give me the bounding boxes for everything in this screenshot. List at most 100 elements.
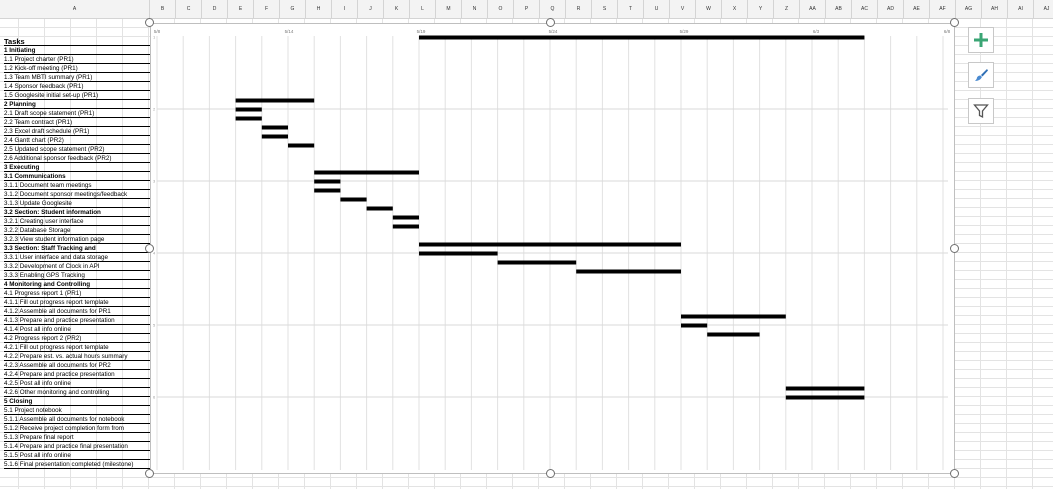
column-header-o[interactable]: O	[488, 0, 514, 18]
column-header-bar: A B C D E F G H I J K L M N O P Q R S T U V W X Y Z AA AB AC AD AE AF AG…	[0, 0, 1053, 19]
task-row[interactable]: 3.2.1 Creating user interface	[4, 217, 150, 226]
column-header-w[interactable]: W	[696, 0, 722, 18]
task-row[interactable]: 1.1 Project charter (PR1)	[4, 55, 150, 64]
task-row[interactable]: 2.3 Excel draft schedule (PR1)	[4, 127, 150, 136]
resize-handle-middle-left[interactable]	[145, 244, 154, 253]
task-row[interactable]: 1.5 Googlesite initial set-up (PR1)	[4, 91, 150, 100]
resize-handle-bottom-right[interactable]	[950, 469, 959, 478]
task-row[interactable]: 3.1.3 Update Googlesite	[4, 199, 150, 208]
column-header-ac[interactable]: AC	[852, 0, 878, 18]
column-header-a[interactable]: A	[0, 0, 150, 18]
resize-handle-top-center[interactable]	[546, 18, 555, 27]
task-row[interactable]: 2 Planning	[4, 100, 150, 109]
column-header-ae[interactable]: AE	[904, 0, 930, 18]
task-row[interactable]: 1.4 Sponsor feedback (PR1)	[4, 82, 150, 91]
column-header-h[interactable]: H	[306, 0, 332, 18]
column-header-b[interactable]: B	[150, 0, 176, 18]
resize-handle-bottom-left[interactable]	[145, 469, 154, 478]
task-row[interactable]: 3.2.2 Database Storage	[4, 226, 150, 235]
resize-handle-bottom-center[interactable]	[546, 469, 555, 478]
task-row[interactable]: 3.2.3 View student information page	[4, 235, 150, 244]
task-row[interactable]: 3.1.1 Document team meetings	[4, 181, 150, 190]
column-header-n[interactable]: N	[462, 0, 488, 18]
column-header-m[interactable]: M	[436, 0, 462, 18]
task-row[interactable]: 3.2 Section: Student information	[4, 208, 150, 217]
column-header-s[interactable]: S	[592, 0, 618, 18]
task-row[interactable]: 4.1.4 Post all info online	[4, 325, 150, 334]
chart-filters-button[interactable]	[968, 98, 994, 124]
task-row[interactable]: 5 Closing	[4, 397, 150, 406]
column-header-aa[interactable]: AA	[800, 0, 826, 18]
task-row[interactable]: Tasks	[4, 37, 150, 46]
task-row[interactable]: 2.6 Additional sponsor feedback (PR2)	[4, 154, 150, 163]
column-header-z[interactable]: Z	[774, 0, 800, 18]
column-header-ai[interactable]: AI	[1008, 0, 1034, 18]
column-header-u[interactable]: U	[644, 0, 670, 18]
resize-handle-middle-right[interactable]	[950, 244, 959, 253]
column-header-i[interactable]: I	[332, 0, 358, 18]
task-row[interactable]: 5.1.4 Prepare and practice final present…	[4, 442, 150, 451]
task-row[interactable]: 4.2.3 Assemble all documents for PR2	[4, 361, 150, 370]
task-row[interactable]: 5.1.5 Post all info online	[4, 451, 150, 460]
task-row[interactable]: 1.2 Kick-off meeting (PR1)	[4, 64, 150, 73]
task-row[interactable]: 1.3 Team MBTI summary (PR1)	[4, 73, 150, 82]
task-row[interactable]: 2.5 Updated scope statement (PR2)	[4, 145, 150, 154]
column-header-g[interactable]: G	[280, 0, 306, 18]
column-header-r[interactable]: R	[566, 0, 592, 18]
column-header-e[interactable]: E	[228, 0, 254, 18]
task-row[interactable]: 3.3 Section: Staff Tracking and	[4, 244, 150, 253]
column-header-x[interactable]: X	[722, 0, 748, 18]
task-row[interactable]: 4.1.3 Prepare and practice presentation	[4, 316, 150, 325]
column-header-v[interactable]: V	[670, 0, 696, 18]
chart-elements-button[interactable]	[968, 27, 994, 53]
task-row[interactable]: 4.2.4 Prepare and practice presentation	[4, 370, 150, 379]
task-row[interactable]: 3 Executing	[4, 163, 150, 172]
task-row[interactable]: 4 Monitoring and Controlling	[4, 280, 150, 289]
column-header-f[interactable]: F	[254, 0, 280, 18]
column-header-af[interactable]: AF	[930, 0, 956, 18]
gantt-chart[interactable]: 5/8 5/14 5/19 5/24 5/29 6/3 6/8 1 2 3 4 5 6	[150, 23, 955, 474]
column-header-p[interactable]: P	[514, 0, 540, 18]
column-header-d[interactable]: D	[202, 0, 228, 18]
task-row[interactable]: 5.1.2 Receive project completion form fr…	[4, 424, 150, 433]
task-row[interactable]: 4.2 Progress report 2 (PR2)	[4, 334, 150, 343]
column-header-ah[interactable]: AH	[982, 0, 1008, 18]
column-header-t[interactable]: T	[618, 0, 644, 18]
task-row[interactable]: 5.1.1 Assemble all documents for noteboo…	[4, 415, 150, 424]
column-header-ad[interactable]: AD	[878, 0, 904, 18]
task-row[interactable]: 2.4 Gantt chart (PR2)	[4, 136, 150, 145]
task-row[interactable]: 4.1 Progress report 1 (PR1)	[4, 289, 150, 298]
x-tick-label: 5/24	[549, 29, 558, 34]
resize-handle-top-right[interactable]	[950, 18, 959, 27]
task-row[interactable]: 4.2.6 Other monitoring and controlling	[4, 388, 150, 397]
task-row[interactable]: 3.3.1 User interface and data storage	[4, 253, 150, 262]
column-header-q[interactable]: Q	[540, 0, 566, 18]
column-header-y[interactable]: Y	[748, 0, 774, 18]
task-row[interactable]: 4.1.1 Fill out progress report template	[4, 298, 150, 307]
task-row[interactable]: 4.2.2 Prepare est. vs. actual hours summ…	[4, 352, 150, 361]
task-row[interactable]: 3.1 Communications	[4, 172, 150, 181]
task-row[interactable]: 3.3.2 Development of Clock in API	[4, 262, 150, 271]
column-header-l[interactable]: L	[410, 0, 436, 18]
task-row[interactable]: 4.2.1 Fill out progress report template	[4, 343, 150, 352]
column-header-c[interactable]: C	[176, 0, 202, 18]
column-header-ag[interactable]: AG	[956, 0, 982, 18]
task-row[interactable]: 5.1 Project notebook	[4, 406, 150, 415]
column-header-ab[interactable]: AB	[826, 0, 852, 18]
task-row[interactable]: 4.1.2 Assemble all documents for PR1	[4, 307, 150, 316]
task-row[interactable]: 4.2.5 Post all info online	[4, 379, 150, 388]
y-tick-label: 6	[153, 395, 156, 400]
task-row[interactable]: 2.2 Team contract (PR1)	[4, 118, 150, 127]
column-header-j[interactable]: J	[358, 0, 384, 18]
gantt-bar	[497, 260, 577, 265]
task-row[interactable]: 1 Initiating	[4, 46, 150, 55]
column-header-k[interactable]: K	[384, 0, 410, 18]
resize-handle-top-left[interactable]	[145, 18, 154, 27]
task-row[interactable]: 3.1.2 Document sponsor meetings/feedback	[4, 190, 150, 199]
task-row[interactable]: 5.1.6 Final presentation completed (mile…	[4, 460, 150, 469]
column-header-aj[interactable]: AJ	[1034, 0, 1053, 18]
chart-styles-button[interactable]	[968, 62, 994, 88]
task-row[interactable]: 3.3.3 Enabling GPS Tracking	[4, 271, 150, 280]
task-row[interactable]: 2.1 Draft scope statement (PR1)	[4, 109, 150, 118]
task-row[interactable]: 5.1.3 Prepare final report	[4, 433, 150, 442]
